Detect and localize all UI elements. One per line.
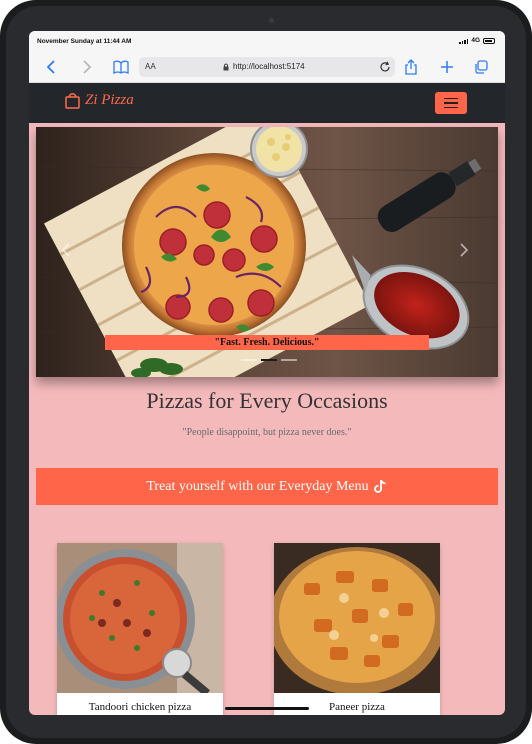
hamburger-menu-icon [444,97,458,100]
hamburger-line [444,106,458,109]
paneer-pizza-image [274,543,440,693]
chevron-right-icon [460,243,468,257]
section-quote: "People disappoint, but pizza never does… [182,427,352,438]
carousel-indicator-2[interactable] [261,359,277,361]
book-icon [113,60,129,74]
status-indicators: 4G [459,37,495,44]
plus-icon [441,61,453,73]
share-icon [405,59,417,75]
browser-toolbar: AA http://localhost:5174 [29,51,505,83]
chevron-left-icon [46,60,55,74]
reload-button[interactable] [379,60,391,78]
site-navbar: Zi Pizza [29,83,505,123]
card-title: Tandoori chicken pizza [88,701,192,713]
new-tab-button[interactable] [437,57,457,77]
hamburger-line [444,102,458,104]
status-bar: November Sunday at 11:44 AM 4G [29,31,505,51]
carousel-indicator-3[interactable] [281,359,297,361]
pizza-card[interactable]: Paneer pizza [274,543,440,715]
tabs-icon [475,60,488,74]
chevron-left-icon [62,243,70,257]
lock-icon [223,63,229,70]
text-size-button[interactable]: AA [145,62,156,71]
brand-name: Zi Pizza [85,92,134,108]
back-button[interactable] [41,57,61,77]
everyday-menu-button[interactable]: Treat yourself with our Everyday Menu [36,468,498,505]
carousel-prev-button[interactable] [58,239,74,261]
network-label: 4G [471,37,480,44]
screen: November Sunday at 11:44 AM 4G AA http:/… [29,31,505,715]
hero-caption: "Fast. Fresh. Delicious." [105,335,429,350]
carousel-indicators [241,359,297,361]
tandoori-pizza-image [57,543,223,693]
share-button[interactable] [401,57,421,77]
tiktok-icon [373,479,386,493]
shopping-bag-icon [65,93,80,109]
bookmarks-button[interactable] [111,57,131,77]
pizza-card[interactable]: Tandoori chicken pizza [57,543,223,715]
section-heading: Pizzas for Every Occasions [146,388,388,413]
everyday-menu-label: Treat yourself with our Everyday Menu [146,478,369,494]
front-camera [269,18,274,23]
menu-toggle-button[interactable] [435,92,467,114]
chevron-right-icon [83,60,92,74]
url-display[interactable]: http://localhost:5174 [223,62,305,71]
tabs-button[interactable] [471,57,491,77]
hero-carousel[interactable]: "Fast. Fresh. Delicious." [36,127,498,377]
signal-icon [459,38,469,44]
url-text: http://localhost:5174 [233,62,305,71]
reload-icon [380,61,390,72]
status-time: November Sunday at 11:44 AM [37,38,132,45]
carousel-indicator-1[interactable] [241,359,257,361]
battery-icon [483,37,495,44]
address-bar[interactable]: AA http://localhost:5174 [139,57,395,77]
home-indicator[interactable] [225,707,309,710]
forward-button[interactable] [77,57,97,77]
brand-link[interactable]: Zi Pizza [65,92,134,109]
carousel-next-button[interactable] [456,239,472,261]
